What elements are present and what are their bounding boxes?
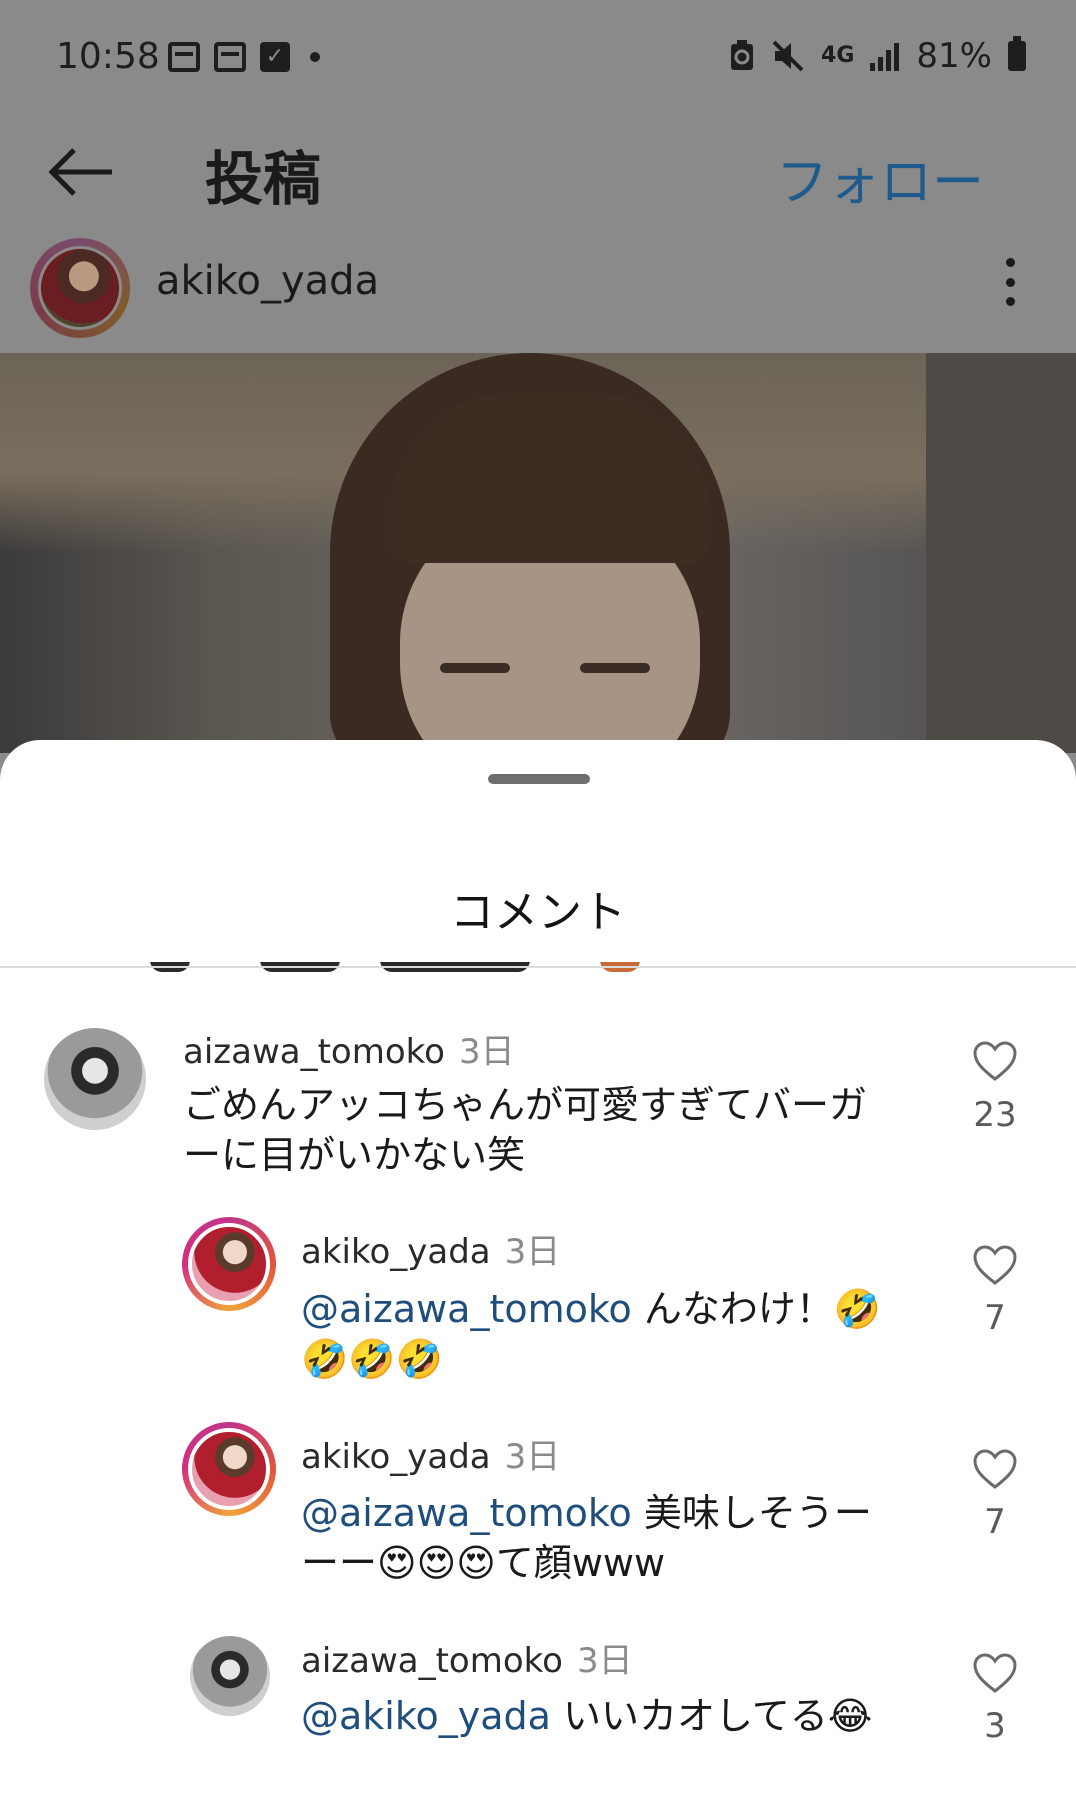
comment-text-line: ーー😍😍😍て顔www: [301, 1541, 666, 1585]
partially-hidden-comment: [150, 962, 710, 974]
mention-link[interactable]: @aizawa_tomoko: [301, 1287, 632, 1331]
like-heart-icon[interactable]: [972, 1244, 1018, 1286]
sheet-drag-handle[interactable]: [488, 774, 590, 784]
calendar-icon: [168, 42, 200, 72]
comment-text-line: 🤣🤣🤣: [301, 1337, 443, 1381]
comment-text-line: ーに目がいかない笑: [183, 1133, 526, 1177]
comment-text-line: ごめんアッコちゃんが可愛すぎてバーガ: [183, 1083, 868, 1127]
status-time: 10:58: [56, 36, 160, 77]
comment-time: 3日: [458, 1032, 515, 1072]
comments-title: コメント: [450, 887, 626, 938]
status-icons-right: 4G 81%: [729, 36, 1026, 76]
battery-saver-icon: [731, 40, 754, 70]
checkbox-icon: ✓: [260, 42, 290, 72]
battery-icon: [1008, 36, 1026, 71]
like-heart-icon[interactable]: [972, 1652, 1018, 1694]
battery-percent: 81%: [916, 36, 992, 76]
page-title: 投稿: [205, 145, 322, 213]
comment-header: akiko_yada 3日: [301, 1224, 560, 1273]
comment-username[interactable]: akiko_yada: [301, 1232, 491, 1272]
comment-header: aizawa_tomoko 3日: [183, 1024, 515, 1073]
commenter-avatar[interactable]: [44, 1028, 146, 1130]
calendar-icon: [214, 42, 246, 72]
like-count: 7: [984, 1502, 1006, 1542]
comment-header: aizawa_tomoko 3日: [301, 1633, 633, 1682]
mute-icon: [772, 40, 804, 72]
top-bar: 投稿 フォロー: [0, 118, 1076, 228]
signal-icon: [870, 43, 900, 71]
notification-dot-icon: [310, 52, 320, 62]
comment-header: akiko_yada 3日: [301, 1429, 560, 1478]
status-icons-left: ✓: [168, 42, 320, 72]
comment-username[interactable]: aizawa_tomoko: [301, 1641, 563, 1681]
author-username[interactable]: akiko_yada: [156, 258, 379, 304]
follow-button[interactable]: フォロー: [776, 140, 984, 215]
4g-icon: 4G: [821, 43, 855, 68]
comment-text-line: んなわけ！🤣: [631, 1287, 882, 1331]
comment-time: 3日: [504, 1232, 561, 1272]
more-options-icon[interactable]: [1004, 258, 1016, 306]
like-heart-icon[interactable]: [972, 1040, 1018, 1082]
author-avatar[interactable]: [30, 238, 130, 338]
like-heart-icon[interactable]: [972, 1448, 1018, 1490]
back-arrow-icon[interactable]: [46, 144, 116, 200]
divider: [0, 966, 1076, 968]
comment-time: 3日: [576, 1641, 633, 1681]
comments-sheet: コメント aizawa_tomoko 3日 ごめんアッコちゃんが可愛すぎてバーガ …: [0, 740, 1076, 1811]
like-count: 7: [984, 1298, 1006, 1338]
comment-text: @akiko_yada いいカオしてる😂: [301, 1691, 941, 1741]
mention-link[interactable]: @akiko_yada: [301, 1694, 551, 1738]
commenter-avatar[interactable]: [182, 1422, 276, 1516]
status-bar: 10:58 ✓ 4G 81%: [0, 0, 1076, 118]
comment-username[interactable]: akiko_yada: [301, 1437, 491, 1477]
post-author-row: akiko_yada: [0, 228, 1076, 353]
commenter-avatar[interactable]: [190, 1636, 270, 1716]
post-photo: [0, 353, 1076, 753]
comment-text: @aizawa_tomoko 美味しそうー ーー😍😍😍て顔www: [301, 1488, 941, 1588]
comment-username[interactable]: aizawa_tomoko: [183, 1032, 445, 1072]
like-count: 23: [973, 1095, 1017, 1135]
comment-text: ごめんアッコちゃんが可愛すぎてバーガ ーに目がいかない笑: [183, 1080, 943, 1180]
comment-time: 3日: [504, 1437, 561, 1477]
comment-text: @aizawa_tomoko んなわけ！🤣 🤣🤣🤣: [301, 1284, 941, 1384]
commenter-avatar[interactable]: [182, 1217, 276, 1311]
comment-text-line: いいカオしてる😂: [550, 1694, 873, 1738]
comment-text-line: 美味しそうー: [631, 1491, 872, 1535]
mention-link[interactable]: @aizawa_tomoko: [301, 1491, 632, 1535]
like-count: 3: [984, 1706, 1006, 1746]
